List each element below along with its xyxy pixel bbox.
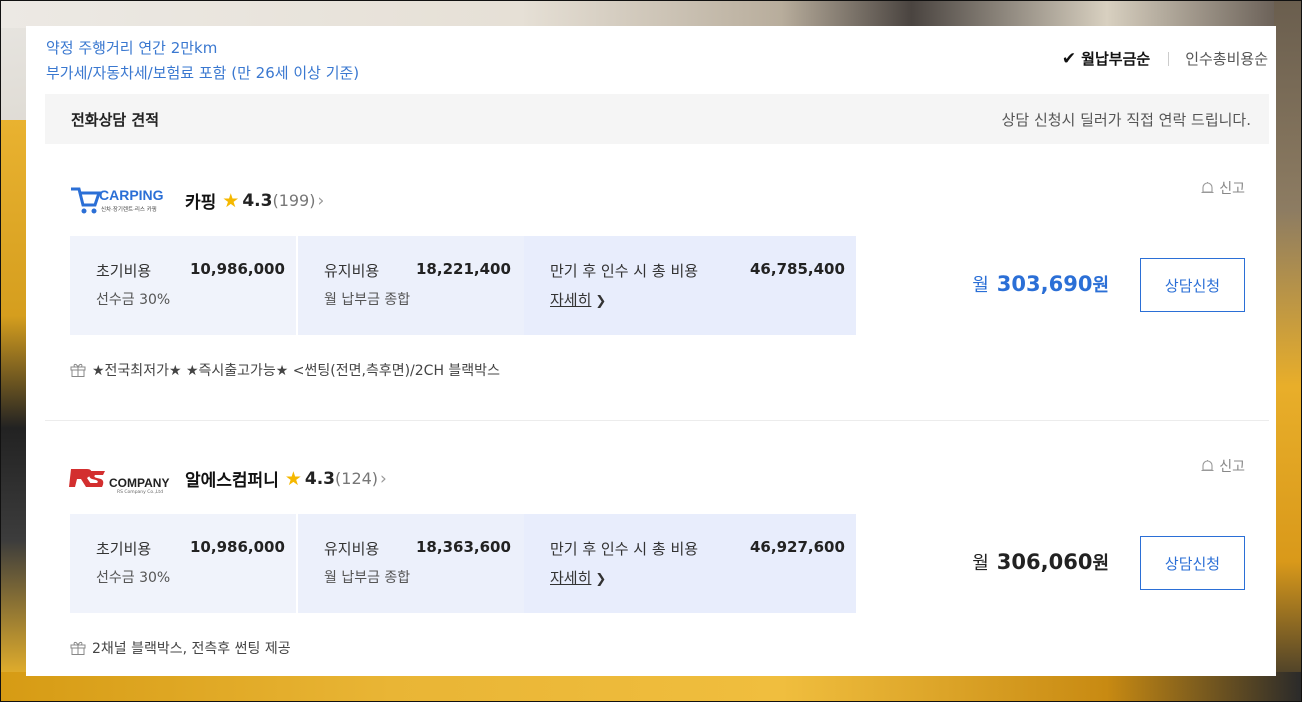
total-cost-label: 만기 후 인수 시 총 비용: [550, 540, 699, 558]
logo-text: COMPANY: [109, 476, 169, 490]
maintenance-cost-value: 18,363,600: [416, 538, 511, 556]
detail-link-label: 자세히: [550, 291, 592, 309]
detail-link-label: 자세히: [550, 569, 592, 587]
quote-panel: 약정 주행거리 연간 2만km 부가세/자동차세/보험료 포함 (만 26세 이…: [26, 26, 1276, 676]
sort-total-cost[interactable]: 인수총비용순: [1185, 48, 1268, 69]
dealer-rating: 4.3: [304, 468, 336, 489]
monthly-amount: 303,690: [996, 272, 1093, 296]
gift-icon: [70, 641, 86, 655]
chevron-right-icon: ❯: [595, 572, 607, 587]
maintenance-cost-value: 18,221,400: [416, 260, 511, 278]
maintenance-cost-label: 유지비용: [324, 262, 380, 280]
monthly-unit: 원: [1092, 275, 1109, 296]
benefit-text: 2채널 블랙박스, 전측후 썬팅 제공: [92, 641, 291, 657]
maintenance-cost-label: 유지비용: [324, 540, 380, 558]
total-cost-value: 46,927,600: [750, 538, 845, 556]
rs-company-logo: COMPANY RS Company Co.,Ltd: [69, 469, 169, 495]
dealer-offer-card: COMPANY RS Company Co.,Ltd 알에스컴퍼니 ★ 4.3 …: [45, 446, 1269, 676]
monthly-prefix: 월: [972, 553, 989, 574]
initial-cost-cell: 초기비용 10,986,000 선수금 30%: [70, 236, 296, 335]
report-button[interactable]: 신고: [1201, 456, 1245, 476]
detail-link[interactable]: 자세히 ❯: [550, 567, 606, 588]
total-cost-cell: 만기 후 인수 시 총 비용 46,785,400 자세히 ❯: [524, 236, 856, 335]
cost-breakdown: 초기비용 10,986,000 선수금 30% 유지비용 18,363,600 …: [70, 514, 856, 613]
dealer-info[interactable]: 카핑 ★ 4.3 (199) ›: [185, 188, 325, 214]
dealer-benefit: 2채널 블랙박스, 전측후 썬팅 제공: [70, 638, 291, 658]
total-cost-value: 46,785,400: [750, 260, 845, 278]
initial-cost-value: 10,986,000: [190, 260, 285, 278]
monthly-payment: 월 303,690 원: [972, 271, 1109, 297]
card-divider: [45, 420, 1269, 421]
chevron-right-icon: ›: [317, 190, 325, 211]
carping-logo: CARPING 신차·장기렌트·리스 카핑: [71, 187, 164, 214]
star-icon: ★: [222, 189, 240, 212]
total-cost-cell: 만기 후 인수 시 총 비용 46,927,600 자세히 ❯: [524, 514, 856, 613]
phone-consult-header: 전화상담 견적 상담 신청시 딜러가 직접 연락 드립니다.: [45, 94, 1269, 144]
gift-icon: [70, 363, 86, 377]
tax-insurance-condition: 부가세/자동차세/보험료 포함 (만 26세 이상 기준): [46, 64, 360, 82]
sort-options: ✔ 월납부금순 인수총비용순: [1062, 48, 1268, 69]
logo-subtext: RS Company Co.,Ltd: [117, 489, 163, 495]
monthly-prefix: 월: [972, 275, 989, 296]
report-label: 신고: [1219, 181, 1245, 197]
detail-link[interactable]: 자세히 ❯: [550, 289, 606, 310]
down-payment-note: 선수금 30%: [96, 570, 171, 586]
sort-monthly-payment[interactable]: ✔ 월납부금순: [1062, 48, 1150, 69]
dealer-rating: 4.3: [242, 190, 273, 211]
consult-request-button[interactable]: 상담신청: [1140, 536, 1245, 590]
cost-breakdown: 초기비용 10,986,000 선수금 30% 유지비용 18,221,400 …: [70, 236, 856, 335]
logo-subtext: 신차·장기렌트·리스 카핑: [101, 205, 157, 213]
monthly-unit: 원: [1092, 553, 1109, 574]
total-cost-label: 만기 후 인수 시 총 비용: [550, 262, 699, 280]
dealer-offer-card: CARPING 신차·장기렌트·리스 카핑 카핑 ★ 4.3 (199) › 신…: [45, 168, 1269, 418]
consult-request-button[interactable]: 상담신청: [1140, 258, 1245, 312]
background-photo-top: [0, 0, 1302, 28]
maintenance-cost-cell: 유지비용 18,221,400 월 납부금 종합: [298, 236, 524, 335]
phone-consult-note: 상담 신청시 딜러가 직접 연락 드립니다.: [1001, 110, 1251, 129]
bell-icon: [1201, 182, 1214, 194]
dealer-benefit: ★전국최저가★ ★즉시출고가능★ <썬팅(전면,측후면)/2CH 블랙박스: [70, 360, 500, 380]
maintenance-cost-note: 월 납부금 종합: [324, 292, 411, 308]
down-payment-note: 선수금 30%: [96, 292, 171, 308]
logo-text: CARPING: [99, 187, 164, 203]
star-icon: ★: [284, 467, 302, 490]
phone-consult-title: 전화상담 견적: [71, 110, 160, 129]
report-button[interactable]: 신고: [1201, 178, 1245, 198]
dealer-name: 알에스컴퍼니: [185, 471, 279, 491]
maintenance-cost-cell: 유지비용 18,363,600 월 납부금 종합: [298, 514, 524, 613]
check-icon: ✔: [1061, 48, 1077, 69]
chevron-right-icon: ❯: [595, 294, 607, 309]
mileage-condition: 약정 주행거리 연간 2만km: [46, 39, 218, 57]
review-count: (124): [335, 469, 379, 488]
monthly-amount: 306,060: [996, 550, 1093, 574]
sort-monthly-payment-label: 월납부금순: [1081, 50, 1151, 68]
contract-conditions: 약정 주행거리 연간 2만km 부가세/자동차세/보험료 포함 (만 26세 이…: [46, 36, 359, 86]
initial-cost-cell: 초기비용 10,986,000 선수금 30%: [70, 514, 296, 613]
chevron-right-icon: ›: [380, 468, 387, 489]
report-label: 신고: [1219, 459, 1245, 475]
benefit-text: ★전국최저가★ ★즉시출고가능★ <썬팅(전면,측후면)/2CH 블랙박스: [92, 363, 500, 379]
initial-cost-label: 초기비용: [96, 262, 152, 280]
background-car-bottom: [0, 672, 1302, 702]
initial-cost-label: 초기비용: [96, 540, 152, 558]
maintenance-cost-note: 월 납부금 종합: [324, 570, 411, 586]
dealer-info[interactable]: 알에스컴퍼니 ★ 4.3 (124) ›: [185, 466, 387, 492]
initial-cost-value: 10,986,000: [190, 538, 285, 556]
background-car-right: [1274, 0, 1302, 702]
dealer-name: 카핑: [185, 193, 217, 213]
monthly-payment: 월 306,060 원: [972, 549, 1109, 575]
bell-icon: [1201, 460, 1214, 472]
review-count: (199): [272, 191, 316, 210]
sort-divider: [1168, 51, 1170, 66]
